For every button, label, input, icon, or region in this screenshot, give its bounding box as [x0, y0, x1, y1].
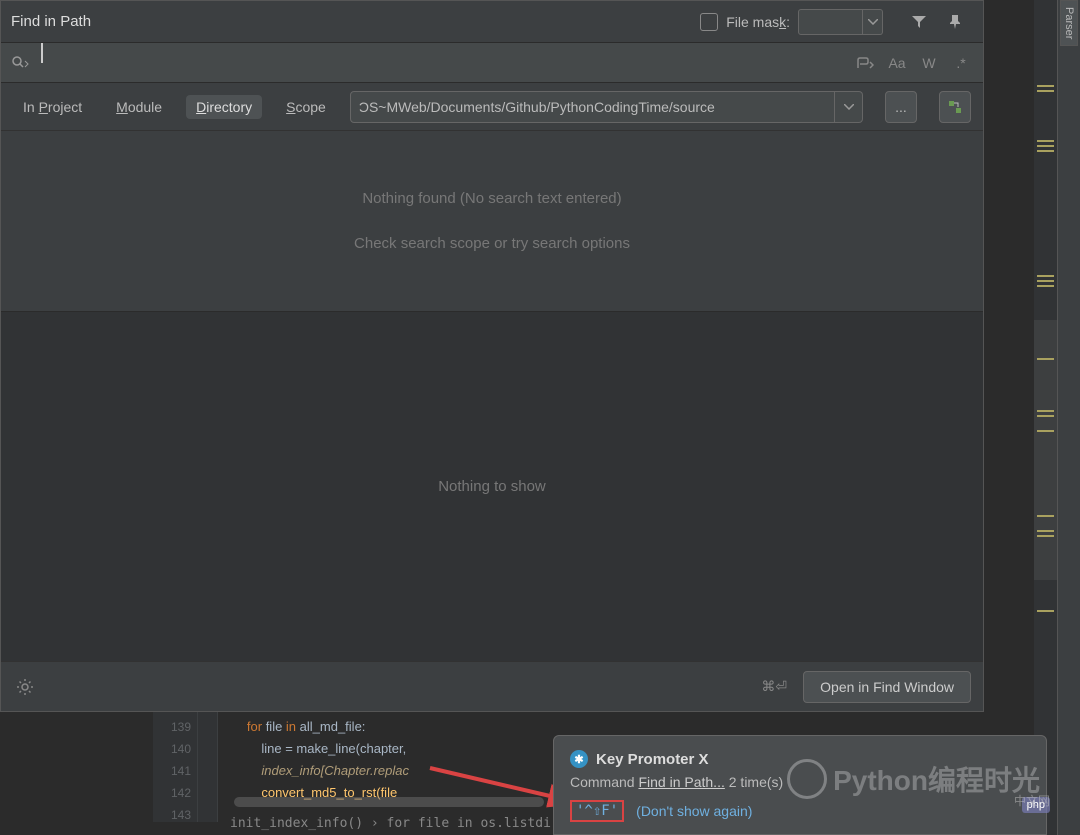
filter-icon[interactable]	[905, 8, 933, 36]
tab-module[interactable]: Module	[106, 95, 172, 119]
popup-app-icon: ✱	[570, 750, 588, 768]
shortcut-hint: ⌘⏎	[761, 678, 787, 695]
file-mask-checkbox[interactable]	[700, 13, 718, 31]
file-mask-label: File mask:	[726, 14, 790, 30]
preview-panel: Nothing to show	[1, 311, 983, 661]
line-gutter: 139 140 141 142 143	[153, 712, 198, 822]
tab-directory[interactable]: Directory	[186, 95, 262, 119]
command-link[interactable]: Find in Path...	[638, 774, 724, 790]
dont-show-again-link[interactable]: (Don't show again)	[636, 803, 752, 819]
popup-title: Key Promoter X	[596, 751, 709, 768]
shortcut-display: '^⇧F'	[570, 800, 624, 822]
parser-tab[interactable]: Parser	[1060, 0, 1078, 46]
check-scope-text: Check search scope or try search options	[354, 235, 630, 252]
cn-text: 中文网	[1014, 792, 1050, 809]
search-input[interactable]	[35, 43, 849, 82]
recursive-toggle[interactable]	[939, 91, 971, 123]
words-toggle[interactable]: W	[914, 49, 944, 77]
open-in-find-window-button[interactable]: Open in Find Window	[803, 671, 971, 703]
horizontal-scrollbar[interactable]	[234, 797, 544, 807]
preserve-case-icon[interactable]	[850, 49, 880, 77]
gear-icon[interactable]	[13, 675, 37, 699]
file-mask-dropdown[interactable]	[863, 9, 883, 35]
pin-icon[interactable]	[941, 8, 969, 36]
tab-project[interactable]: In Project	[13, 95, 92, 119]
overview-ruler[interactable]	[1034, 0, 1057, 835]
find-in-path-dialog: Find in Path File mask: Aa W .* In Proje…	[0, 0, 984, 712]
dialog-title: Find in Path	[11, 13, 91, 30]
results-list: Nothing found (No search text entered) C…	[1, 131, 983, 311]
fold-gutter	[198, 712, 218, 822]
search-icon[interactable]	[7, 49, 35, 77]
match-case-toggle[interactable]: Aa	[882, 49, 912, 77]
regex-toggle[interactable]: .*	[946, 49, 976, 77]
nothing-found-text: Nothing found (No search text entered)	[362, 190, 621, 207]
nothing-to-show-text: Nothing to show	[438, 478, 546, 495]
file-mask-input[interactable]	[798, 9, 863, 35]
tab-scope[interactable]: Scope	[276, 95, 336, 119]
path-history-dropdown[interactable]	[835, 91, 863, 123]
browse-button[interactable]: ...	[885, 91, 917, 123]
key-promoter-popup: ✱ Key Promoter X Command Find in Path...…	[553, 735, 1047, 835]
directory-path-input[interactable]: ƆS~MWeb/Documents/Github/PythonCodingTim…	[350, 91, 835, 123]
